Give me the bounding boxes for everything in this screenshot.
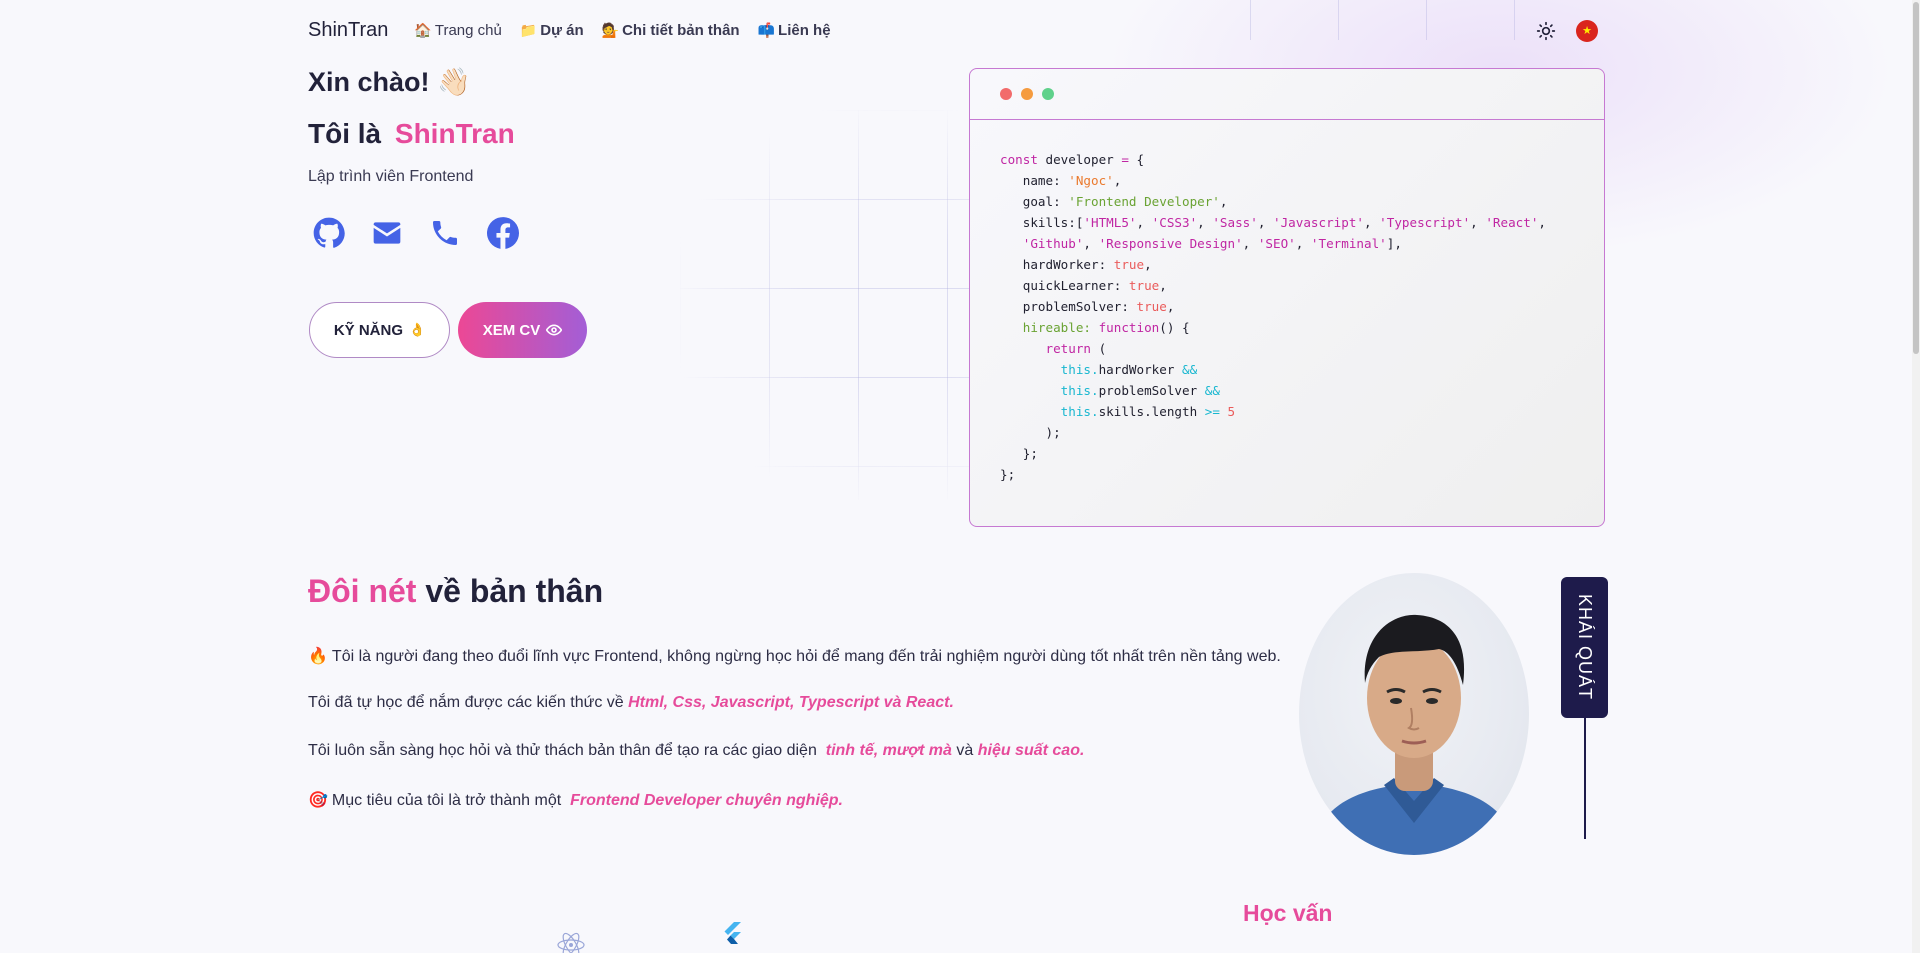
nav-item-label: Chi tiết bản thân	[622, 21, 740, 39]
about-paragraph-3-highlight-1: tinh tế, mượt mà	[825, 742, 952, 759]
side-tab-line	[1584, 718, 1586, 839]
background-grid	[680, 110, 980, 500]
person-icon: 💁	[601, 21, 620, 38]
nav-item-label: Trang chủ	[434, 21, 502, 39]
intro-prefix: Tôi là	[308, 118, 382, 149]
intro-heading: Tôi là ShinTran	[308, 118, 515, 150]
nav-item-label: Dự án	[540, 21, 584, 39]
about-paragraph-2-text: Tôi đã tự học để nắm được các kiến thức …	[308, 694, 624, 711]
greeting-text: Xin chào!	[308, 67, 430, 97]
vietnam-flag-icon[interactable]: ★	[1576, 20, 1598, 42]
nav-item-about[interactable]: 💁 Chi tiết bản thân	[602, 22, 740, 39]
about-heading-highlight: Đôi nét	[308, 573, 417, 609]
about-paragraph-1: 🔥 Tôi là người đang theo đuổi lĩnh vực Fr…	[308, 646, 1281, 666]
target-icon: 🎯	[308, 792, 328, 809]
nav-actions: ★	[1536, 20, 1598, 42]
flag-star: ★	[1582, 24, 1592, 37]
code-block: const developer = { name: 'Ngoc', goal: …	[1000, 152, 1547, 482]
about-paragraph-2-highlight: Html, Css, Javascript, Typescript và Rea…	[628, 694, 954, 711]
overview-side-tab-label: KHÁI QUÁT	[1575, 594, 1595, 701]
code-window-header	[970, 69, 1604, 120]
education-heading: Học vấn	[1243, 900, 1333, 926]
about-heading-rest: về bản thân	[425, 573, 604, 609]
nav-item-label: Liên hệ	[778, 21, 831, 39]
about-paragraph-3-text: Tôi luôn sẵn sàng học hỏi và thử thách b…	[308, 742, 817, 759]
about-paragraph-4: 🎯 Mục tiêu của tôi là trở thành một Front…	[308, 790, 843, 810]
top-nav: ShinTran 🏠 Trang chủ 📁 Dự án 💁 Chi tiết …	[308, 14, 1598, 46]
eye-icon	[546, 324, 563, 336]
page-scrollbar[interactable]	[1912, 0, 1920, 953]
flutter-icon	[724, 922, 741, 944]
about-paragraph-1-text: Tôi là người đang theo đuổi lĩnh vực Fro…	[331, 648, 1281, 665]
skills-button-label: KỸ NĂNG	[333, 321, 403, 339]
code-window: const developer = { name: 'Ngoc', goal: …	[969, 68, 1605, 527]
phone-icon[interactable]	[429, 217, 461, 249]
about-paragraph-3: Tôi luôn sẵn sàng học hỏi và thử thách b…	[308, 742, 1084, 760]
about-paragraph-4-text: Mục tiêu của tôi là trở thành một	[331, 792, 562, 809]
role-text: Lập trình viên Frontend	[308, 168, 474, 185]
about-paragraph-2: Tôi đã tự học để nắm được các kiến thức …	[308, 694, 954, 712]
profile-portrait-illustration	[1309, 614, 1519, 855]
intro-name: ShinTran	[394, 118, 515, 149]
overview-side-tab[interactable]: KHÁI QUÁT	[1561, 577, 1608, 718]
about-paragraph-3-highlight-2: hiệu suất cao.	[977, 742, 1085, 759]
view-cv-button[interactable]: XEM CV	[458, 302, 587, 358]
mailbox-icon: 📫	[757, 21, 776, 38]
mail-icon[interactable]	[371, 217, 403, 249]
react-icon	[557, 932, 585, 953]
window-dot-orange	[1021, 88, 1033, 100]
sun-icon[interactable]	[1536, 21, 1556, 41]
nav-item-projects[interactable]: 📁 Dự án	[520, 22, 584, 39]
about-heading: Đôi nét về bản thân	[308, 573, 603, 610]
ok-hand-icon: 👌	[408, 322, 426, 337]
folder-icon: 📁	[519, 21, 538, 38]
profile-photo	[1299, 573, 1529, 855]
skills-button[interactable]: KỸ NĂNG 👌	[309, 302, 450, 358]
window-dot-green	[1042, 88, 1054, 100]
scrollbar-thumb[interactable]	[1913, 2, 1919, 354]
house-icon: 🏠	[414, 21, 432, 38]
social-links	[313, 217, 519, 249]
view-cv-button-label: XEM CV	[482, 321, 541, 339]
waving-hand-icon: 👋🏻	[437, 67, 471, 97]
greeting-heading: Xin chào! 👋🏻	[308, 66, 471, 98]
facebook-icon[interactable]	[487, 217, 519, 249]
nav-item-home[interactable]: 🏠 Trang chủ	[414, 22, 501, 39]
fire-icon: 🔥	[308, 648, 328, 665]
site-logo[interactable]: ShinTran	[308, 19, 388, 42]
about-paragraph-3-mid: và	[956, 742, 974, 759]
nav-item-contact[interactable]: 📫 Liên hệ	[758, 22, 831, 39]
github-icon[interactable]	[313, 217, 345, 249]
window-dot-red	[1000, 88, 1012, 100]
about-paragraph-4-highlight: Frontend Developer chuyên nghiệp.	[570, 792, 843, 809]
